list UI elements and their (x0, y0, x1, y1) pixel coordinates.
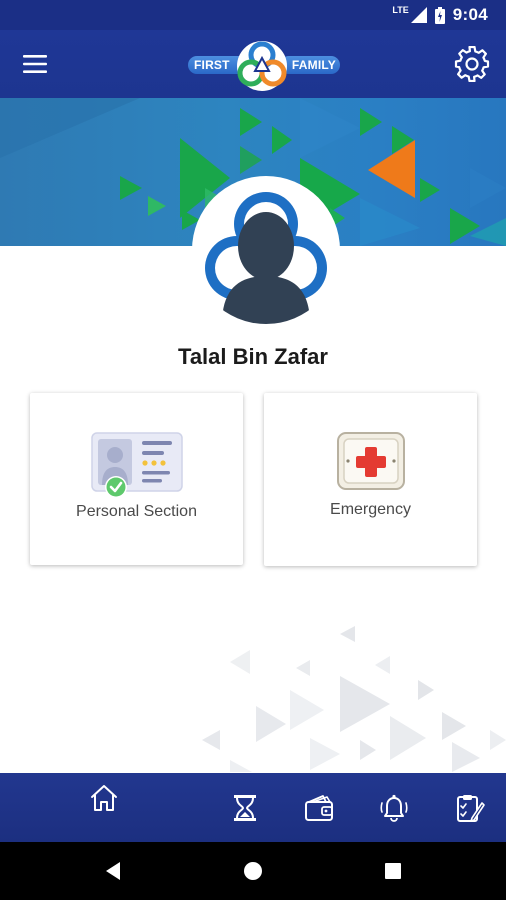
hourglass-icon (234, 794, 256, 821)
clipboard-edit-icon (457, 794, 485, 822)
emergency-label: Emergency (330, 501, 411, 518)
home-circle-icon (244, 862, 262, 880)
nav-history[interactable] (217, 773, 273, 842)
personal-section-label: Personal Section (76, 503, 197, 520)
menu-button[interactable] (14, 46, 56, 82)
brand-logo: FIRST FAMILY (188, 40, 340, 91)
gear-icon (454, 46, 490, 82)
profile-name: Talal Bin Zafar (178, 344, 328, 369)
system-home-button[interactable] (238, 856, 268, 886)
decorative-triangles (202, 626, 506, 772)
app-bar: FIRST FAMILY (0, 30, 506, 98)
battery-icon (434, 6, 445, 24)
nav-requests[interactable] (442, 773, 498, 842)
recents-icon (385, 863, 401, 879)
nav-wallet[interactable] (291, 773, 347, 842)
personal-section-card[interactable]: Personal Section (30, 393, 243, 565)
system-navigation-bar (0, 842, 506, 900)
settings-button[interactable] (450, 42, 494, 86)
signal-icon (410, 7, 427, 23)
brand-word-family: FAMILY (291, 58, 336, 72)
first-aid-kit-icon (337, 432, 405, 490)
network-type-label: LTE (392, 5, 409, 15)
avatar-icon (205, 192, 327, 324)
system-recents-button[interactable] (378, 856, 408, 886)
clock: 9:04 (452, 5, 488, 24)
nav-home[interactable] (76, 773, 132, 823)
brand-word-first: FIRST (194, 58, 230, 72)
bottom-navigation (0, 773, 506, 842)
trefoil-logo-icon (237, 41, 287, 91)
profile-avatar[interactable] (192, 176, 340, 324)
id-card-check-icon (91, 432, 183, 498)
system-back-button[interactable] (98, 856, 128, 886)
back-icon (106, 862, 120, 880)
hamburger-menu-icon (23, 55, 47, 73)
status-bar: LTE 9:04 (0, 0, 506, 30)
screen: LTE 9:04 FIRST FAMILY Talal Bin Zafar Pe… (0, 0, 506, 900)
nav-notifications[interactable] (366, 773, 422, 842)
wallet-icon (305, 794, 333, 821)
emergency-card[interactable]: Emergency (264, 393, 477, 566)
home-icon (91, 785, 117, 811)
bell-icon (380, 794, 408, 822)
status-icons: LTE 9:04 (392, 0, 488, 30)
